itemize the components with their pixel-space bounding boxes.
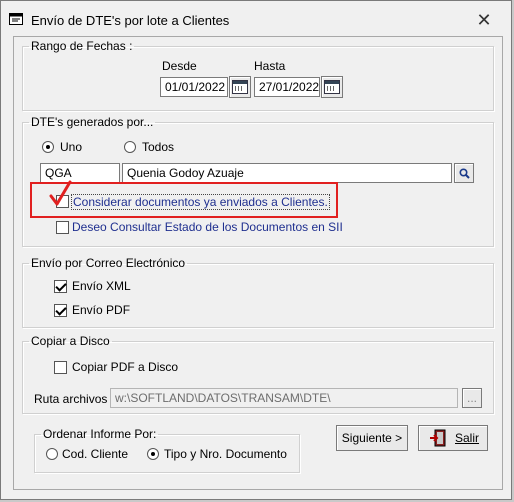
order-by-type-label: Tipo y Nro. Documento: [164, 447, 287, 461]
send-xml-checkbox[interactable]: [54, 280, 67, 293]
app-window-icon: [9, 13, 23, 25]
order-by-type-radio[interactable]: [147, 448, 159, 460]
next-button[interactable]: Siguiente >: [336, 425, 408, 451]
send-pdf-checkbox[interactable]: [54, 304, 67, 317]
dte-generated-legend: DTE's generados por...: [31, 115, 154, 129]
order-by-client-radio[interactable]: [46, 448, 58, 460]
window-title: Envío de DTE's por lote a Clientes: [31, 13, 230, 28]
copy-pdf-checkbox[interactable]: [54, 361, 67, 374]
date-range-group: Rango de Fechas :: [22, 39, 494, 111]
annotation-checkmark: [49, 180, 72, 206]
to-date-input[interactable]: 27/01/2022: [254, 77, 320, 97]
exit-door-icon: [430, 429, 446, 447]
from-label: Desde: [162, 59, 197, 73]
consult-state-checkbox[interactable]: [56, 221, 69, 234]
client-name-input[interactable]: Quenia Godoy Azuaje: [122, 163, 452, 183]
browse-button[interactable]: ...: [462, 388, 482, 408]
annotation-highlight-box: [30, 182, 338, 218]
send-pdf-label: Envío PDF: [72, 303, 131, 317]
title-bar: Envío de DTE's por lote a Clientes ✕: [1, 1, 511, 41]
path-input[interactable]: w:\SOFTLAND\DATOS\TRANSAM\DTE\: [110, 388, 458, 408]
disk-legend: Copiar a Disco: [31, 334, 110, 348]
to-calendar-button[interactable]: [321, 76, 343, 98]
calendar-icon: [324, 80, 340, 94]
exit-button[interactable]: Salir: [418, 425, 488, 451]
dialog-body: Rango de Fechas : Desde 01/01/2022 Hasta…: [13, 36, 503, 490]
from-date-input[interactable]: 01/01/2022: [160, 77, 228, 97]
dialog-window: Envío de DTE's por lote a Clientes ✕ Ran…: [0, 0, 512, 500]
radio-all[interactable]: [124, 141, 136, 153]
path-label: Ruta archivos :: [34, 392, 115, 406]
from-calendar-button[interactable]: [229, 76, 251, 98]
send-xml-label: Envío XML: [72, 279, 131, 293]
consult-state-label[interactable]: Deseo Consultar Estado de los Documentos…: [72, 220, 343, 234]
close-button[interactable]: ✕: [471, 9, 497, 31]
order-by-client-label: Cod. Cliente: [62, 447, 129, 461]
search-icon: [458, 167, 470, 179]
order-legend: Ordenar Informe Por:: [43, 427, 157, 441]
radio-one-label: Uno: [60, 140, 83, 154]
calendar-icon: [232, 80, 248, 94]
to-label: Hasta: [254, 59, 286, 73]
radio-all-label: Todos: [142, 140, 175, 154]
date-range-legend: Rango de Fechas :: [31, 39, 133, 53]
radio-one[interactable]: [42, 141, 54, 153]
copy-pdf-label: Copiar PDF a Disco: [72, 360, 179, 374]
search-client-button[interactable]: [454, 163, 474, 183]
exit-label: Salir: [455, 431, 480, 445]
email-legend: Envío por Correo Electrónico: [31, 256, 186, 270]
close-icon: ✕: [476, 9, 492, 30]
